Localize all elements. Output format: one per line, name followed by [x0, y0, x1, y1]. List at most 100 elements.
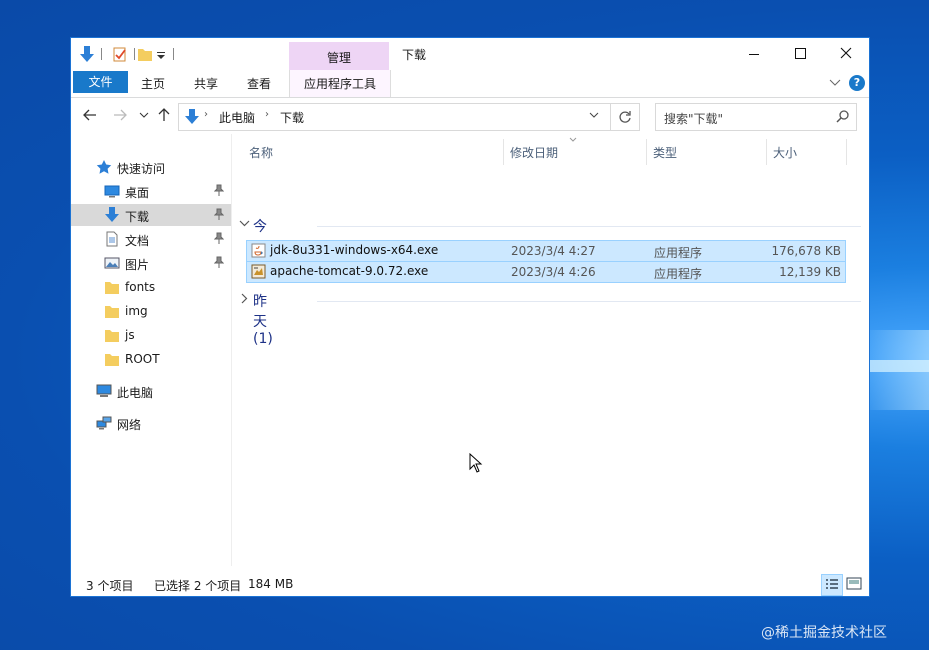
column-header-size[interactable]: 大小	[773, 144, 797, 161]
tab-share[interactable]: 共享	[194, 75, 218, 92]
document-icon	[104, 231, 120, 247]
breadcrumb-downloads[interactable]: 下载	[280, 109, 304, 126]
refresh-button[interactable]	[611, 103, 640, 131]
java-installer-icon	[251, 243, 266, 258]
sidebar-item-img[interactable]: img	[71, 300, 231, 322]
toolbar-divider	[134, 48, 135, 60]
picture-icon	[104, 255, 120, 271]
column-header-name[interactable]: 名称	[249, 144, 273, 161]
sidebar-item-network[interactable]: 网络	[71, 412, 231, 434]
sidebar-item-desktop[interactable]: 桌面	[71, 180, 231, 202]
sidebar-item-fonts[interactable]: fonts	[71, 276, 231, 298]
download-location-icon	[184, 108, 200, 129]
group-divider	[317, 226, 861, 227]
desktop-light-beam	[869, 360, 929, 372]
group-divider	[317, 301, 861, 302]
details-view-icon	[826, 579, 838, 589]
column-divider[interactable]	[846, 139, 847, 165]
download-icon	[104, 207, 120, 223]
tab-home[interactable]: 主页	[141, 75, 165, 92]
breadcrumb-separator-icon[interactable]: ›	[265, 109, 269, 120]
file-explorer-window: 管理 下载 文件 主页 共享 查看 应用程序工具 ? › 此电脑 › 下载 搜索…	[71, 38, 869, 596]
table-row[interactable]: jdk-8u331-windows-x64.exe 2023/3/4 4:27 …	[246, 240, 846, 262]
status-bar: 3 个项目 已选择 2 个项目 184 MB	[71, 572, 869, 596]
expand-ribbon-chevron-icon[interactable]	[829, 75, 841, 92]
pane-divider[interactable]	[231, 134, 232, 566]
table-row[interactable]: apache-tomcat-9.0.72.exe 2023/3/4 4:26 应…	[246, 261, 846, 283]
tab-application-tools[interactable]: 应用程序工具	[289, 70, 391, 97]
sidebar-item-documents[interactable]: 文档	[71, 228, 231, 250]
tab-application-tools-label: 应用程序工具	[303, 77, 376, 91]
sidebar-item-this-pc[interactable]: 此电脑	[71, 380, 231, 402]
file-size: 176,678 KB	[771, 244, 841, 258]
collapse-chevron-icon[interactable]	[239, 218, 250, 232]
mouse-cursor-icon	[469, 452, 483, 476]
close-button[interactable]	[823, 38, 869, 70]
breadcrumb-separator-icon[interactable]: ›	[204, 109, 208, 120]
column-divider[interactable]	[766, 139, 767, 165]
expand-chevron-icon[interactable]	[239, 293, 250, 307]
recent-locations-chevron-icon[interactable]	[139, 111, 149, 122]
sort-chevron-icon	[569, 136, 577, 145]
status-selection-size: 184 MB	[248, 577, 294, 591]
watermark: @稀土掘金技术社区	[761, 625, 887, 641]
download-folder-icon[interactable]	[79, 44, 95, 64]
pin-icon[interactable]	[213, 256, 225, 271]
sidebar-item-pictures[interactable]: 图片	[71, 252, 231, 274]
sidebar-label-root: ROOT	[125, 352, 160, 366]
search-input[interactable]: 搜索"下载"	[655, 103, 857, 131]
group-title-yesterday: 昨天 (1)	[253, 294, 273, 347]
expand-chevron-icon[interactable]	[81, 161, 97, 177]
sidebar-label-img: img	[125, 304, 148, 318]
new-folder-icon[interactable]	[137, 44, 153, 64]
sidebar-item-quick-access[interactable]: 快速访问	[71, 156, 231, 178]
tab-file[interactable]: 文件	[73, 71, 128, 93]
breadcrumb-this-pc[interactable]: 此电脑	[219, 109, 255, 126]
sidebar-label-this-pc: 此电脑	[117, 386, 154, 400]
title-bar: 管理 下载	[71, 38, 869, 70]
status-selection: 已选择 2 个项目	[154, 579, 242, 593]
folder-icon	[104, 279, 120, 295]
file-date: 2023/3/4 4:26	[511, 265, 596, 279]
sidebar-item-root[interactable]: ROOT	[71, 348, 231, 370]
details-view-button[interactable]	[821, 574, 843, 596]
customize-toolbar-icon[interactable]	[157, 44, 165, 64]
tab-view[interactable]: 查看	[247, 75, 271, 92]
column-divider[interactable]	[646, 139, 647, 165]
pin-icon[interactable]	[213, 184, 225, 199]
sidebar-label-desktop: 桌面	[125, 186, 150, 200]
desktop-icon	[104, 183, 120, 199]
manage-context-header: 管理	[289, 42, 389, 70]
computer-icon	[96, 383, 112, 399]
file-name: jdk-8u331-windows-x64.exe	[270, 243, 439, 257]
large-icons-view-button[interactable]	[844, 574, 864, 594]
sidebar-item-downloads[interactable]: 下载	[71, 204, 231, 226]
file-date: 2023/3/4 4:27	[511, 244, 596, 258]
window-title: 下载	[402, 48, 427, 62]
star-icon	[96, 159, 112, 175]
minimize-button[interactable]	[731, 38, 777, 70]
help-icon[interactable]: ?	[849, 75, 865, 91]
pin-icon[interactable]	[213, 208, 225, 223]
column-header-type[interactable]: 类型	[653, 144, 677, 161]
back-arrow-icon[interactable]	[83, 108, 97, 126]
pin-icon[interactable]	[213, 232, 225, 247]
column-header-date[interactable]: 修改日期	[510, 144, 558, 161]
navigation-bar: › 此电脑 › 下载 搜索"下载"	[71, 98, 869, 134]
up-arrow-icon[interactable]	[157, 108, 171, 126]
properties-icon[interactable]	[112, 44, 128, 64]
address-bar[interactable]: › 此电脑 › 下载	[178, 103, 611, 131]
navigation-pane: 快速访问 桌面 下载 文档 图片 fonts img js ROOT 此电脑 网…	[71, 134, 231, 566]
ribbon-tabs: 文件 主页 共享 查看 应用程序工具 ?	[71, 70, 869, 98]
forward-arrow-icon[interactable]	[113, 108, 127, 126]
sidebar-label-quick-access: 快速访问	[117, 162, 166, 176]
sidebar-item-js[interactable]: js	[71, 324, 231, 346]
address-history-chevron-icon[interactable]	[589, 111, 599, 122]
sidebar-label-js: js	[125, 328, 135, 342]
search-icon[interactable]	[836, 109, 850, 126]
maximize-button[interactable]	[777, 38, 823, 70]
toolbar-divider	[173, 48, 174, 60]
column-divider[interactable]	[503, 139, 504, 165]
network-icon	[96, 415, 112, 431]
folder-icon	[104, 327, 120, 343]
